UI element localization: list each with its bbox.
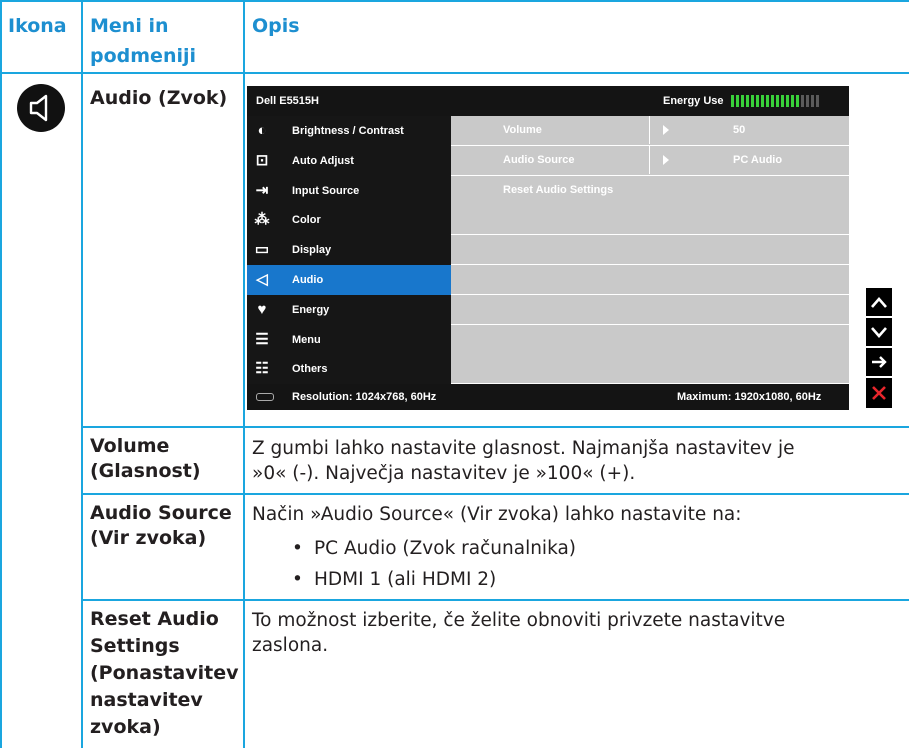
desc-volume-line1: Z gumbi lahko nastavite glasnost. Najman… xyxy=(252,438,795,459)
osd-title-bar: Dell E5515H Energy Use xyxy=(247,86,849,116)
energy-bar xyxy=(771,95,774,107)
desc-audio-source: Način »Audio Source« (Vir zvoka) lahko n… xyxy=(252,504,742,525)
energy-bar xyxy=(791,95,794,107)
energy-bar xyxy=(731,95,734,107)
row-source-bottom-border xyxy=(82,599,909,601)
osd-submenu-row xyxy=(451,354,849,385)
energy-bar xyxy=(811,95,814,107)
header-menu-col-line2: podmeniji xyxy=(90,45,197,67)
osd-submenu: Volume 50 Audio Source PC Audio Reset Audio … xyxy=(247,116,849,385)
energy-bar xyxy=(746,95,749,107)
desc-reset-line2: zaslona. xyxy=(252,635,329,656)
menu-volume-line1: Volume xyxy=(90,435,170,457)
menu-reset-line1: Reset Audio xyxy=(90,608,219,630)
menu-audio: Audio (Zvok) xyxy=(90,87,228,109)
up-icon[interactable] xyxy=(866,288,892,316)
osd-resolution: Resolution: 1024x768, 60Hz xyxy=(292,391,437,403)
header-menu-col-line1: Meni in xyxy=(90,15,169,37)
osd-status-bar: Resolution: 1024x768, 60Hz Maximum: 1920… xyxy=(247,384,849,410)
energy-bar xyxy=(796,95,799,107)
osd-submenu-row xyxy=(451,265,849,295)
divider xyxy=(649,145,650,174)
table-top-border xyxy=(0,0,909,2)
energy-bar xyxy=(816,95,819,107)
list-item: HDMI 1 (ali HDMI 2) xyxy=(292,568,496,592)
energy-bar xyxy=(751,95,754,107)
divider xyxy=(649,116,650,144)
desc-volume-line2: »0« (-). Največja nastavitev je »100« (+… xyxy=(252,463,636,484)
osd-maximum: Maximum: 1920x1080, 60Hz xyxy=(677,391,822,403)
energy-bar xyxy=(736,95,739,107)
osd-energy-label: Energy Use xyxy=(663,95,724,107)
close-icon[interactable] xyxy=(866,378,892,408)
desc-reset-line1: To možnost izberite, če želite obnoviti … xyxy=(252,610,786,631)
vga-connector-icon xyxy=(256,393,274,401)
energy-bar xyxy=(761,95,764,107)
play-arrow-icon xyxy=(663,125,669,135)
header-bottom-border xyxy=(0,72,909,74)
energy-meter xyxy=(731,95,831,107)
menu-reset-line3: (Ponastavitev xyxy=(90,662,239,684)
play-arrow-icon xyxy=(663,154,669,165)
osd-submenu-row[interactable]: Reset Audio Settings xyxy=(451,175,849,206)
menu-reset-line4: nastavitev xyxy=(90,689,203,711)
row-volume-bottom-border xyxy=(82,493,909,495)
menu-audio-source-line2: (Vir zvoka) xyxy=(90,527,207,549)
energy-bar xyxy=(741,95,744,107)
header-desc-col: Opis xyxy=(252,15,300,37)
energy-bar xyxy=(766,95,769,107)
osd-submenu-row xyxy=(451,294,849,325)
col-divider-2 xyxy=(243,0,245,748)
energy-bar xyxy=(756,95,759,107)
osd-submenu-value: PC Audio xyxy=(733,153,783,166)
energy-bar xyxy=(806,95,809,107)
menu-reset-line2: Settings xyxy=(90,635,180,657)
energy-bar xyxy=(801,95,804,107)
osd-submenu-row[interactable]: Volume 50 xyxy=(451,116,849,146)
energy-bar xyxy=(781,95,784,107)
menu-volume-line2: (Glasnost) xyxy=(90,460,201,482)
osd-submenu-row xyxy=(451,205,849,236)
energy-bar xyxy=(786,95,789,107)
osd-submenu-key: Volume xyxy=(503,124,542,136)
osd-submenu-row xyxy=(451,324,849,355)
osd-submenu-row xyxy=(451,235,849,266)
list-item: PC Audio (Zvok računalnika) xyxy=(292,537,576,561)
osd-panel: Dell E5515H Energy Use ◐ Brightness / Con… xyxy=(247,86,849,410)
row-audio-bottom-border xyxy=(82,426,909,428)
osd-submenu-key: Reset Audio Settings xyxy=(503,183,614,196)
speaker-icon xyxy=(17,84,65,132)
down-icon[interactable] xyxy=(866,318,892,346)
energy-bar xyxy=(776,95,779,107)
right-arrow-icon[interactable] xyxy=(866,348,892,376)
table-left-border xyxy=(0,0,2,748)
col-divider-1 xyxy=(81,0,83,748)
osd-submenu-row[interactable]: Audio Source PC Audio xyxy=(451,145,849,176)
osd-model: Dell E5515H xyxy=(256,95,319,107)
menu-audio-source-line1: Audio Source xyxy=(90,502,232,524)
osd-submenu-value: 50 xyxy=(733,124,746,136)
osd-submenu-key: Audio Source xyxy=(503,153,575,166)
menu-reset-line5: zvoka) xyxy=(90,716,161,738)
header-icon-col: Ikona xyxy=(8,15,67,37)
